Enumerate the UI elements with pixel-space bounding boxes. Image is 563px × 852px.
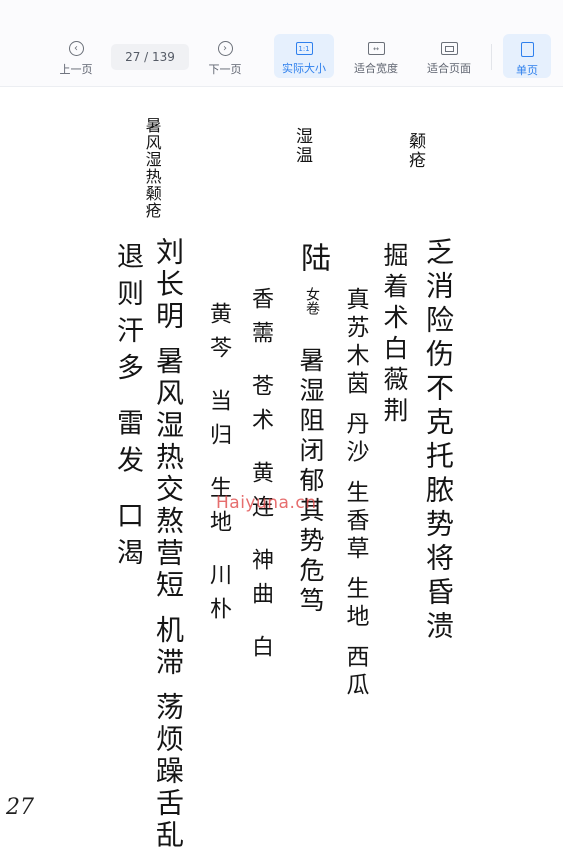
chevron-left-icon: ‹ — [68, 41, 84, 56]
handwritten-column-7: 真苏木茵 丹沙 生香草 生地 西瓜 — [342, 287, 368, 701]
page-indicator[interactable]: 27 / 139 — [111, 44, 189, 70]
prev-page-button[interactable]: ‹ 上一页 — [52, 34, 100, 78]
single-page-icon — [520, 42, 534, 57]
fit-width-button[interactable]: ↔ 适合宽度 — [346, 34, 406, 78]
next-page-label: 下一页 — [208, 63, 242, 76]
handwritten-column-1: 颡疮 — [405, 132, 425, 170]
handwritten-column-12: 刘长明 暑风湿热交熬营短 机滞 荡烦躁舌乱 — [152, 237, 185, 852]
fit-width-label: 适合宽度 — [354, 62, 398, 75]
handwritten-page-number: 27 — [6, 795, 34, 820]
actual-size-button[interactable]: 1:1 实际大小 — [274, 34, 334, 78]
handwritten-column-10: 香薷 苍术 黄连 神曲 白 — [248, 287, 273, 669]
prev-page-label: 上一页 — [59, 63, 93, 76]
handwritten-column-9: 暑湿阻闭郁其势危笃 — [296, 347, 325, 617]
actual-size-label: 实际大小 — [282, 62, 326, 75]
fit-page-icon — [440, 42, 458, 55]
chevron-right-icon: › — [217, 41, 233, 56]
handwritten-column-3: 暑风湿热颡疮 — [142, 117, 162, 219]
single-page-button[interactable]: 单页 — [503, 34, 551, 78]
handwritten-column-11: 黄芩 当归 生地 川朴 — [206, 302, 231, 631]
page-separator: / — [140, 50, 153, 64]
total-pages: 139 — [152, 50, 175, 64]
current-page-input[interactable]: 27 — [125, 50, 140, 64]
toolbar-divider — [491, 44, 492, 70]
single-page-label: 单页 — [516, 64, 538, 77]
reader-toolbar: ‹ 上一页 27 / 139 › 下一页 1:1 实际大小 ↔ 适合宽度 适合页… — [0, 0, 563, 87]
fit-page-label: 适合页面 — [427, 62, 471, 75]
handwritten-column-5: 掘着术白薇荆 — [380, 242, 409, 428]
next-page-button[interactable]: › 下一页 — [201, 34, 249, 78]
document-page: 颡疮 湿温 暑风湿热颡疮 乏消险伤不克托脓势将昏溃 掘着术白薇荆 陆 真苏木茵 … — [0, 87, 563, 852]
handwritten-column-2: 湿温 — [292, 127, 312, 165]
watermark-text: Haiyuna.cn — [216, 493, 317, 513]
handwritten-column-13: 退则汗多 雷发 口渴 — [112, 242, 143, 576]
fit-page-button[interactable]: 适合页面 — [419, 34, 479, 78]
handwritten-column-6: 陆 — [295, 242, 330, 272]
actual-size-icon: 1:1 — [295, 42, 313, 55]
handwritten-column-8: 女卷 — [304, 287, 320, 315]
fit-width-icon: ↔ — [367, 42, 385, 55]
handwritten-column-4: 乏消险伤不克托脓势将昏溃 — [422, 237, 455, 645]
